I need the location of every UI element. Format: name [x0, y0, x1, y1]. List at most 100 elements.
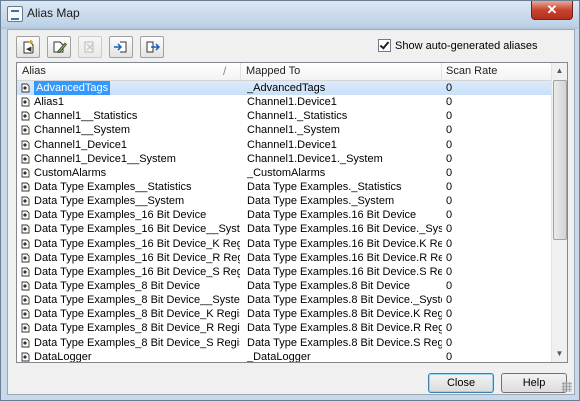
import-alias-icon — [114, 41, 127, 53]
alias-tag-icon — [21, 182, 30, 192]
show-auto-generated-checkbox[interactable] — [378, 39, 391, 52]
alias-tag-icon — [21, 83, 30, 93]
alias-tag-icon — [21, 140, 30, 150]
table-row[interactable]: Channel1__Statistics Channel1._Statistics… — [17, 109, 552, 123]
scan-rate-cell: 0 — [446, 279, 453, 292]
scan-rate-cell: 0 — [446, 350, 453, 363]
table-row[interactable]: Data Type Examples_16 Bit Device Data Typ… — [17, 208, 552, 222]
alias-name: Data Type Examples_16 Bit Device__System — [34, 223, 240, 236]
mapped-to-cell: Channel1._Statistics — [247, 110, 348, 123]
alias-cell: Channel1__System — [20, 123, 240, 137]
alias-name: Channel1_Device1 — [34, 138, 127, 151]
table-row[interactable]: Data Type Examples_16 Bit Device_K Regis… — [17, 237, 552, 251]
delete-alias-icon — [84, 41, 94, 53]
table-row[interactable]: Data Type Examples__Statistics Data Type … — [17, 180, 552, 194]
alias-tag-icon — [21, 295, 30, 305]
scroll-down-arrow-icon[interactable]: ▼ — [552, 346, 567, 362]
app-icon — [7, 6, 23, 22]
alias-name: Data Type Examples__Statistics — [34, 180, 192, 193]
alias-name: Data Type Examples__System — [34, 195, 185, 208]
alias-cell: Data Type Examples_16 Bit Device — [20, 208, 240, 222]
mapped-to-cell: Data Type Examples.8 Bit Device.R Regist… — [247, 322, 442, 335]
mapped-to-cell: Data Type Examples.16 Bit Device.R Regis… — [247, 251, 442, 264]
alias-name: Data Type Examples_16 Bit Device_K Regis… — [34, 237, 240, 250]
alias-cell: Data Type Examples__System — [20, 194, 240, 208]
table-row[interactable]: Data Type Examples__System Data Type Exam… — [17, 194, 552, 208]
table-row[interactable]: Data Type Examples_8 Bit Device_R Regist… — [17, 321, 552, 335]
help-button[interactable]: Help — [501, 373, 567, 393]
alias-tag-icon — [21, 154, 30, 164]
mapped-to-cell: Data Type Examples.8 Bit Device.K Regist… — [247, 308, 442, 321]
alias-cell: Data Type Examples_16 Bit Device__System — [20, 222, 240, 236]
alias-cell: Channel1_Device1__System — [20, 152, 240, 166]
alias-tag-icon — [21, 338, 30, 347]
table-row[interactable]: Data Type Examples_8 Bit Device_S Regist… — [17, 336, 552, 350]
alias-cell: CustomAlarms — [20, 166, 240, 180]
alias-tag-icon — [21, 253, 30, 263]
column-header-scan-rate[interactable]: Scan Rate — [441, 63, 552, 80]
column-resize-handle[interactable]: / — [223, 64, 226, 78]
alias-cell: Data Type Examples_16 Bit Device_R Regis… — [20, 251, 240, 265]
alias-cell: Channel1__Statistics — [20, 109, 240, 123]
alias-tag-icon — [21, 210, 30, 220]
vertical-scrollbar[interactable]: ▲ ▼ — [551, 63, 567, 362]
alias-name: DataLogger — [34, 350, 92, 363]
table-row[interactable]: AdvancedTags _AdvancedTags 0 — [17, 81, 552, 96]
alias-table: Alias / Mapped To Scan Rate AdvancedTags… — [16, 62, 568, 363]
export-alias-button[interactable] — [140, 36, 164, 58]
alias-cell: Data Type Examples_16 Bit Device_S Regis… — [20, 265, 240, 279]
alias-cell: Data Type Examples_16 Bit Device_K Regis… — [20, 237, 240, 251]
table-row[interactable]: DataLogger _DataLogger 0 — [17, 350, 552, 363]
table-row[interactable]: Channel1_Device1 Channel1.Device1 0 — [17, 138, 552, 152]
title-bar[interactable]: Alias Map ✕ — [1, 1, 579, 27]
column-header-alias[interactable]: Alias — [17, 63, 241, 80]
table-row[interactable]: Data Type Examples_8 Bit Device_K Regist… — [17, 307, 552, 321]
mapped-to-cell: Channel1.Device1._System — [247, 152, 383, 165]
scan-rate-cell: 0 — [446, 195, 453, 208]
scroll-up-arrow-icon[interactable]: ▲ — [552, 63, 567, 79]
table-row[interactable]: Alias1 Channel1.Device1 0 — [17, 95, 552, 109]
mapped-to-cell: Data Type Examples._System — [247, 195, 395, 208]
table-row[interactable]: Channel1_Device1__System Channel1.Device1… — [17, 152, 552, 166]
alias-cell: Data Type Examples_8 Bit Device_R Regist… — [20, 321, 240, 335]
export-alias-icon — [146, 41, 160, 53]
alias-cell: Channel1_Device1 — [20, 138, 240, 152]
scroll-thumb[interactable] — [553, 80, 567, 240]
import-alias-button[interactable] — [109, 36, 133, 58]
alias-cell: Data Type Examples_8 Bit Device_K Regist… — [20, 307, 240, 321]
alias-cell: DataLogger — [20, 350, 240, 363]
new-alias-icon: ◀ — [23, 40, 34, 54]
window-close-button[interactable]: ✕ — [531, 1, 573, 20]
show-auto-generated-label: Show auto-generated aliases — [395, 39, 538, 52]
alias-tag-icon — [21, 111, 30, 121]
scan-rate-cell: 0 — [446, 336, 453, 349]
table-row[interactable]: Data Type Examples_16 Bit Device_R Regis… — [17, 251, 552, 265]
new-alias-button[interactable]: ◀ — [16, 36, 40, 58]
mapped-to-cell: Data Type Examples.16 Bit Device.K Regis… — [247, 237, 442, 250]
mapped-to-cell: _AdvancedTags — [247, 82, 326, 94]
scan-rate-cell: 0 — [446, 82, 453, 94]
column-header-mapped-to[interactable]: Mapped To — [241, 63, 442, 80]
table-row[interactable]: Data Type Examples_16 Bit Device__System… — [17, 222, 552, 236]
show-auto-generated-toggle[interactable]: Show auto-generated aliases — [378, 39, 537, 52]
mapped-to-cell: Data Type Examples.16 Bit Device — [247, 209, 417, 222]
table-row[interactable]: Channel1__System Channel1._System 0 — [17, 123, 552, 137]
table-row[interactable]: Data Type Examples_8 Bit Device Data Type… — [17, 279, 552, 293]
alias-tag-icon — [21, 281, 30, 291]
scan-rate-cell: 0 — [446, 96, 453, 109]
alias-name: CustomAlarms — [34, 166, 107, 179]
alias-tag-icon — [21, 196, 30, 206]
alias-name: Alias1 — [34, 96, 64, 109]
alias-name: Channel1__Statistics — [34, 110, 138, 123]
scan-rate-cell: 0 — [446, 209, 453, 222]
edit-alias-button[interactable] — [47, 36, 71, 58]
table-row[interactable]: Data Type Examples_8 Bit Device__System D… — [17, 293, 552, 307]
close-button[interactable]: Close — [428, 373, 494, 393]
alias-cell: Data Type Examples_8 Bit Device — [20, 279, 240, 293]
alias-tag-icon — [21, 267, 30, 277]
delete-alias-button[interactable] — [78, 36, 102, 58]
table-row[interactable]: CustomAlarms _CustomAlarms 0 — [17, 166, 552, 180]
resize-grip[interactable] — [562, 382, 572, 392]
alias-name: AdvancedTags — [34, 81, 111, 95]
table-row[interactable]: Data Type Examples_16 Bit Device_S Regis… — [17, 265, 552, 279]
